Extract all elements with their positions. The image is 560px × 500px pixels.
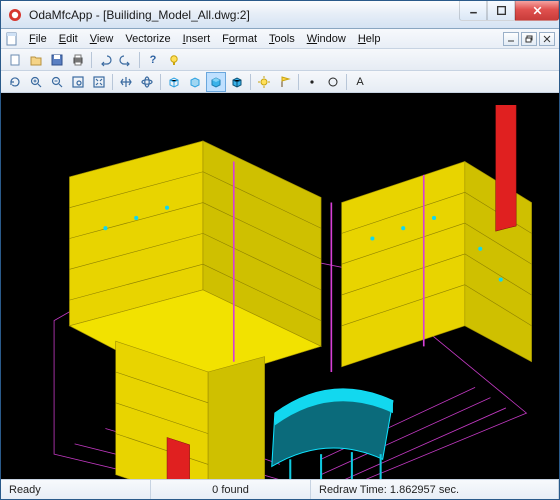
orbit-button[interactable]: [137, 72, 157, 92]
menubar: File Edit View Vectorize Insert Format T…: [1, 29, 559, 49]
mdi-controls: [503, 32, 555, 46]
render-shaded-edges-button[interactable]: [227, 72, 247, 92]
toolbar-separator: [298, 74, 299, 90]
toolbar-row-1: ?: [1, 49, 559, 71]
refresh-button[interactable]: [5, 72, 25, 92]
render-hidden-button[interactable]: [185, 72, 205, 92]
menu-file[interactable]: File: [23, 31, 53, 47]
open-button[interactable]: [26, 50, 46, 70]
window-title: OdaMfcApp - [Builiding_Model_All.dwg:2]: [29, 8, 459, 22]
tip-button[interactable]: [164, 50, 184, 70]
toolbar-separator: [112, 74, 113, 90]
mdi-restore-button[interactable]: [521, 32, 537, 46]
letter-a-icon: A: [356, 76, 363, 88]
zoom-window-button[interactable]: [68, 72, 88, 92]
mdi-minimize-button[interactable]: [503, 32, 519, 46]
menu-edit-label: dit: [66, 33, 78, 45]
render-shaded-button[interactable]: [206, 72, 226, 92]
menu-edit[interactable]: Edit: [53, 31, 84, 47]
render-wire-button[interactable]: [164, 72, 184, 92]
menu-vectorize[interactable]: Vectorize: [119, 31, 176, 47]
undo-button[interactable]: [95, 50, 115, 70]
maximize-button[interactable]: [487, 1, 515, 21]
toolbar-separator: [91, 52, 92, 68]
menu-file-label: ile: [36, 33, 47, 45]
status-ready: Ready: [1, 480, 151, 499]
menu-view[interactable]: View: [84, 31, 120, 47]
statusbar: Ready 0 found Redraw Time: 1.862957 sec.: [1, 479, 559, 499]
toolbar-separator: [346, 74, 347, 90]
titlebar: OdaMfcApp - [Builiding_Model_All.dwg:2]: [1, 1, 559, 29]
toolbar-separator: [250, 74, 251, 90]
menu-insert-label: nsert: [186, 33, 210, 45]
zoom-in-button[interactable]: [26, 72, 46, 92]
help-button[interactable]: ?: [143, 50, 163, 70]
light-button[interactable]: [254, 72, 274, 92]
pan-button[interactable]: [116, 72, 136, 92]
new-button[interactable]: [5, 50, 25, 70]
close-button[interactable]: [515, 1, 559, 21]
save-button[interactable]: [47, 50, 67, 70]
building-model-render: [13, 105, 547, 479]
text-button[interactable]: A: [350, 72, 370, 92]
point-button[interactable]: [302, 72, 322, 92]
window-controls: [459, 1, 559, 28]
menu-help[interactable]: Help: [352, 31, 387, 47]
menu-tools-label: ools: [275, 33, 295, 45]
viewport-3d[interactable]: [1, 93, 559, 479]
menu-help-label: elp: [366, 33, 381, 45]
toolbar-separator: [160, 74, 161, 90]
menu-view-label: iew: [97, 33, 114, 45]
status-found: 0 found: [151, 480, 311, 499]
app-window: OdaMfcApp - [Builiding_Model_All.dwg:2] …: [0, 0, 560, 500]
flag-button[interactable]: [275, 72, 295, 92]
circle-button[interactable]: [323, 72, 343, 92]
status-redraw-time: Redraw Time: 1.862957 sec.: [311, 480, 559, 499]
zoom-out-button[interactable]: [47, 72, 67, 92]
toolbar-separator: [139, 52, 140, 68]
zoom-extents-button[interactable]: [89, 72, 109, 92]
redo-button[interactable]: [116, 50, 136, 70]
mdi-doc-icon: [5, 32, 19, 46]
app-icon: [7, 7, 23, 23]
print-button[interactable]: [68, 50, 88, 70]
question-icon: ?: [150, 54, 157, 66]
menu-window-label: indow: [317, 33, 346, 45]
minimize-button[interactable]: [459, 1, 487, 21]
toolbar-row-2: A: [1, 71, 559, 93]
menu-tools[interactable]: Tools: [263, 31, 301, 47]
menu-window[interactable]: Window: [301, 31, 352, 47]
menu-format-label: rmat: [235, 33, 257, 45]
menu-format[interactable]: Format: [216, 31, 263, 47]
mdi-close-button[interactable]: [539, 32, 555, 46]
menu-insert[interactable]: Insert: [177, 31, 217, 47]
